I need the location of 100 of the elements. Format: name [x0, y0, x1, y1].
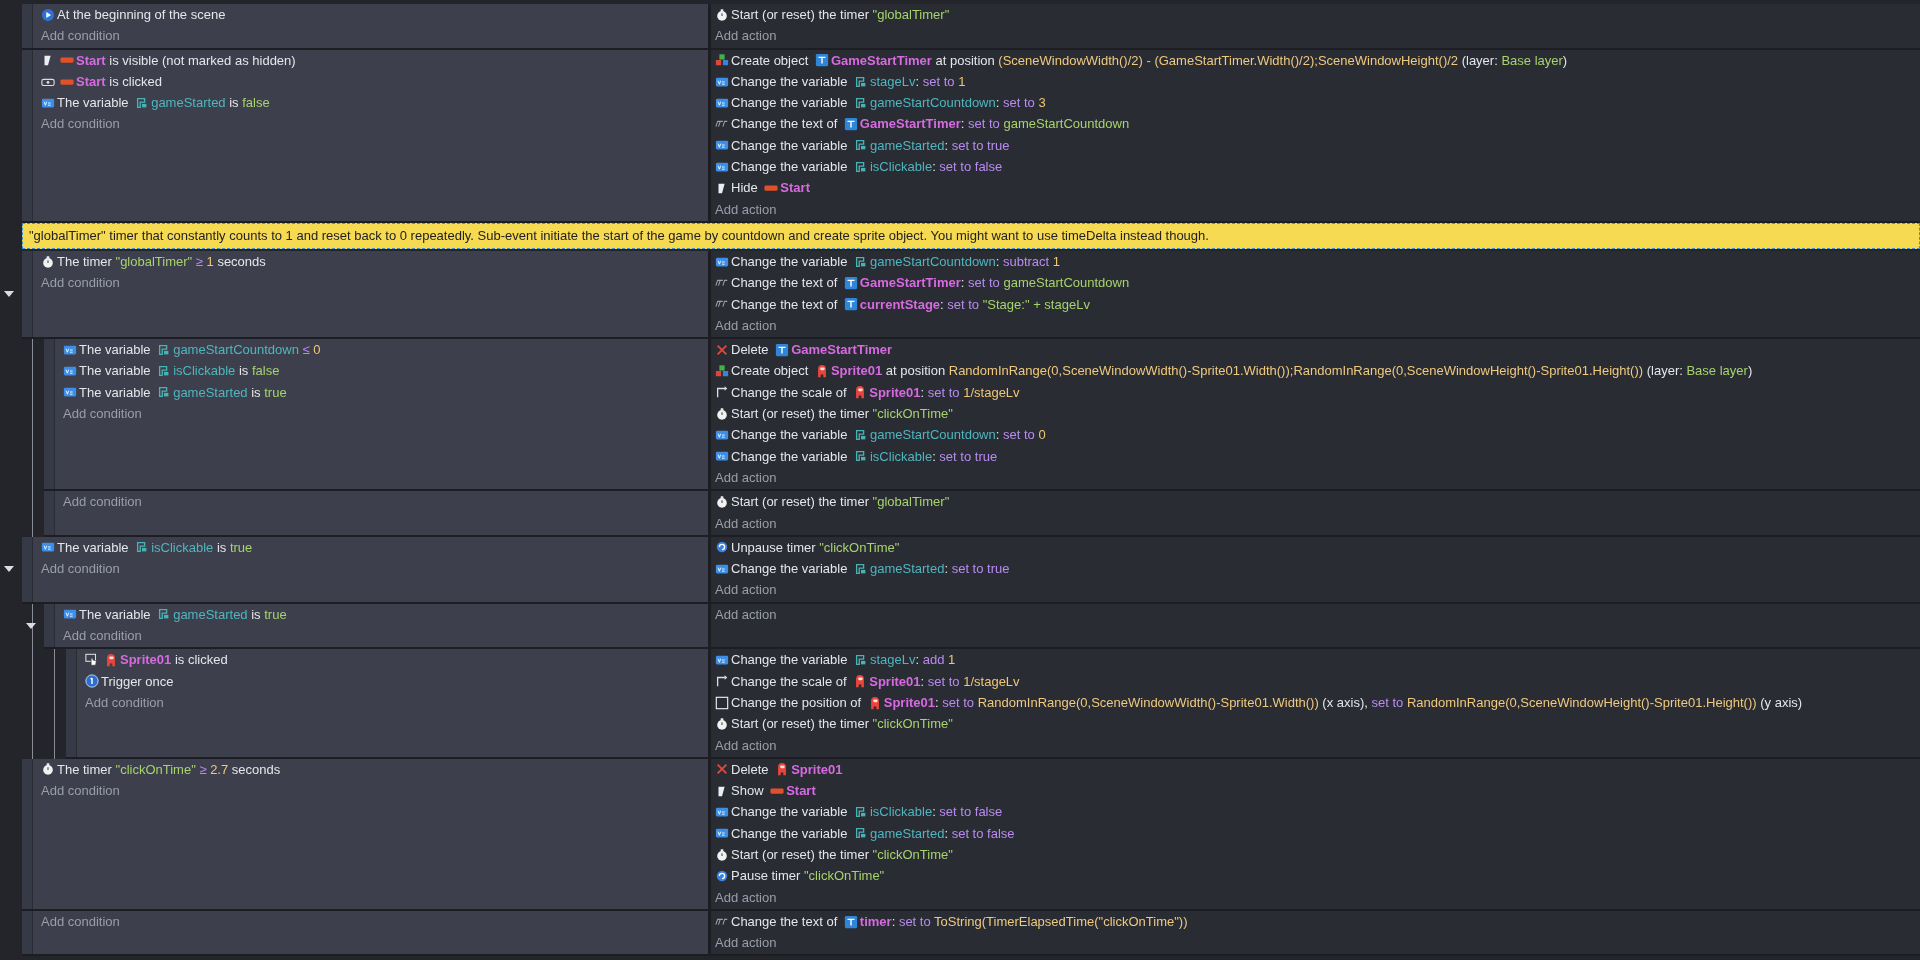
action-text: Change the variable	[731, 136, 849, 155]
action-text: Start	[786, 782, 816, 801]
action-text: gameStarted: set to true	[870, 560, 1010, 579]
variable-icon	[854, 95, 868, 110]
sprite-icon	[104, 652, 118, 667]
action-text: Delete	[731, 341, 770, 360]
event-handle[interactable]	[22, 758, 32, 909]
trigger-once-icon	[85, 674, 99, 689]
action-text: Change the variable	[731, 426, 849, 445]
action-text: Change the position of	[731, 693, 863, 712]
event-handle[interactable]	[44, 339, 54, 490]
action-text: Change the variable	[731, 803, 849, 822]
action-text: isClickable: set to false	[870, 158, 1003, 177]
add-action-button[interactable]: Add action	[715, 314, 777, 337]
add-action-button[interactable]: Add action	[715, 932, 777, 954]
condition-text: Trigger once	[101, 672, 174, 691]
action-text: stageLv: add 1	[870, 651, 956, 670]
action-text: Change the variable	[731, 94, 849, 113]
add-action-button[interactable]: Add action	[715, 886, 777, 908]
add-condition-button[interactable]: Add condition	[63, 403, 142, 425]
event-handle[interactable]	[44, 491, 54, 535]
action-text: Sprite01: set to 1/stageLv	[869, 672, 1020, 691]
text-object-icon	[843, 914, 858, 929]
action-text: Change the scale of	[731, 672, 848, 691]
variable-icon	[854, 826, 868, 841]
add-condition-button[interactable]: Add condition	[41, 25, 120, 47]
action-text: Change the variable	[731, 252, 849, 271]
add-condition-button[interactable]: Add condition	[41, 910, 120, 933]
action-text: GameStartTimer: set to gameStartCountdown	[859, 115, 1130, 134]
text-object-icon	[843, 117, 858, 132]
action-text: gameStartCountdown: subtract 1	[870, 252, 1061, 271]
action-text: gameStarted: set to false	[870, 824, 1015, 843]
add-condition-button[interactable]: Add condition	[41, 272, 120, 294]
add-action-button[interactable]: Add action	[715, 512, 777, 534]
delete-icon	[715, 342, 729, 357]
action-text: Create object	[731, 362, 810, 381]
action-text: Sprite01: set to 1/stageLv	[869, 383, 1020, 402]
play-icon	[41, 7, 55, 22]
variable-icon	[854, 805, 868, 820]
action-text: Sprite01 at position RandomInRange(0,SceneWindowWidth()-Sprite01.Width());RandomInRange(0,SceneWindowHeight()-Sprite01.Height()) (layer: Base layer)	[830, 362, 1753, 381]
add-action-button[interactable]: Add action	[715, 25, 777, 47]
variable-icon	[854, 652, 868, 667]
action-text: Change the variable	[731, 824, 849, 843]
action-text: Change the variable	[731, 560, 849, 579]
condition-text: gameStarted is true	[173, 605, 287, 624]
add-condition-button[interactable]: Add condition	[63, 491, 142, 513]
action-text: gameStartCountdown: set to 3	[870, 94, 1046, 113]
add-action-button[interactable]: Add action	[715, 603, 777, 625]
event-handle[interactable]	[44, 603, 54, 648]
pointer-icon	[85, 652, 99, 667]
action-text: Change the text of	[731, 295, 839, 314]
action-text: GameStartTimer	[791, 341, 893, 360]
condition-text: The variable	[57, 94, 130, 113]
condition-text: The timer "clickOnTime" ≥ 2.7 seconds	[57, 760, 281, 779]
condition-text: The variable	[79, 383, 152, 402]
stopwatch-icon	[715, 716, 729, 731]
action-text: Start	[780, 179, 810, 198]
stopwatch-icon	[715, 847, 729, 862]
add-action-button[interactable]: Add action	[715, 579, 777, 601]
condition-text: Start is visible (not marked as hidden)	[76, 51, 296, 70]
add-action-button[interactable]: Add action	[715, 198, 777, 220]
add-condition-button[interactable]: Add condition	[41, 780, 120, 802]
add-condition-button[interactable]: Add condition	[63, 625, 142, 647]
action-text: Pause timer "clickOnTime"	[731, 867, 885, 886]
action-text: isClickable: set to false	[870, 803, 1003, 822]
condition-text: isClickable is true	[151, 538, 253, 557]
add-condition-button[interactable]: Add condition	[85, 691, 164, 714]
condition-text: gameStarted is false	[151, 94, 270, 113]
event-handle[interactable]	[22, 250, 32, 338]
collapse-arrow-icon[interactable]	[26, 620, 36, 631]
event-handle[interactable]	[22, 536, 32, 602]
swirl-icon	[715, 868, 729, 883]
add-action-button[interactable]: Add action	[715, 466, 777, 489]
add-action-button[interactable]: Add action	[715, 734, 777, 756]
action-text: Change the variable	[731, 72, 849, 91]
action-text: Start (or reset) the timer "globalTimer"	[731, 493, 950, 512]
event-handle[interactable]	[22, 49, 32, 221]
action-text: gameStartCountdown: set to 0	[870, 426, 1046, 445]
event-handle[interactable]	[66, 649, 76, 757]
action-text: Start (or reset) the timer "clickOnTime"	[731, 405, 953, 424]
stopwatch-icon	[715, 406, 729, 421]
action-text: Change the variable	[731, 158, 849, 177]
action-text: timer: set to ToString(TimerElapsedTime("clickOnTime"))	[859, 912, 1188, 931]
action-text: Change the text of	[731, 115, 839, 134]
condition-text: At the beginning of the scene	[57, 6, 226, 24]
comment-text: "globalTimer" timer that constantly counts to 1 and reset back to 0 repeatedly. Sub-event initiate the start of the game by countdown and create sprite object. You might want to use timeDelta instead though.	[22, 222, 1920, 249]
delete-icon	[715, 762, 729, 777]
variable-icon	[854, 449, 868, 464]
action-text: currentStage: set to "Stage:" + stageLv	[859, 295, 1090, 314]
add-condition-button[interactable]: Add condition	[41, 113, 120, 135]
event-handle[interactable]	[22, 910, 32, 955]
variable-icon	[854, 254, 868, 269]
stopwatch-icon	[41, 254, 55, 269]
condition-text: The timer "globalTimer" ≥ 1 seconds	[57, 252, 266, 271]
action-text: Delete	[731, 760, 770, 779]
event-handle[interactable]	[22, 4, 32, 48]
resize-icon	[715, 385, 729, 400]
add-condition-button[interactable]: Add condition	[41, 558, 120, 580]
condition-text: isClickable is false	[173, 362, 280, 381]
cubes-icon	[715, 53, 729, 68]
